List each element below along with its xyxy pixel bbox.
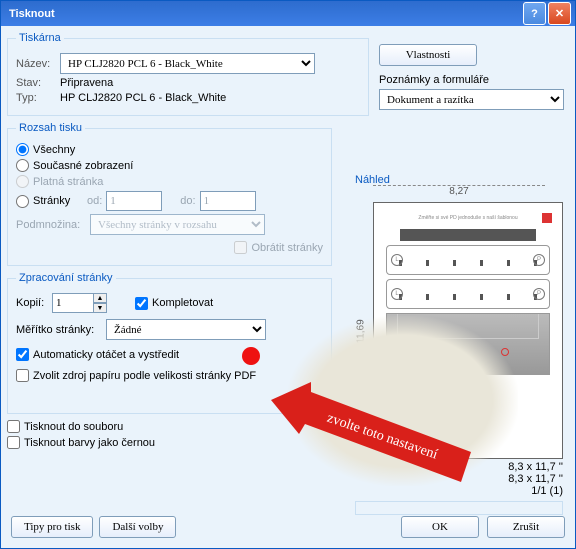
- subset-select: Všechny stránky v rozsahu: [90, 214, 265, 235]
- auto-label: Automaticky otáčet a vystředit: [33, 349, 179, 361]
- tips-button[interactable]: Tipy pro tisk: [11, 516, 93, 538]
- tofile-label: Tisknout do souboru: [24, 421, 123, 433]
- preview-scrollbar[interactable]: [355, 501, 563, 515]
- range-view-label: Současné zobrazení: [33, 160, 133, 172]
- asblack-check[interactable]: [7, 436, 20, 449]
- handling-legend: Zpracování stránky: [16, 272, 116, 284]
- help-button[interactable]: ?: [523, 2, 546, 25]
- printer-name-select[interactable]: HP CLJ2820 PCL 6 - Black_White: [60, 53, 315, 74]
- print-dialog: Tisknout ? ✕ Tiskárna Název: HP CLJ2820 …: [0, 0, 576, 549]
- preview-size2: 8,3 x 11,7 '': [355, 473, 563, 485]
- printer-type-label: Typ:: [16, 92, 60, 104]
- copies-input[interactable]: [52, 293, 94, 313]
- copies-up[interactable]: ▲: [93, 293, 107, 303]
- printer-state-value: Připravena: [60, 77, 113, 89]
- preview-pages: 1/1 (1): [355, 485, 563, 497]
- range-all-label: Všechny: [33, 144, 75, 156]
- range-page-radio: [16, 175, 29, 188]
- printer-group: Tiskárna Název: HP CLJ2820 PCL 6 - Black…: [7, 32, 369, 116]
- range-from-input[interactable]: [106, 191, 162, 211]
- comments-select[interactable]: Dokument a razítka: [379, 89, 564, 110]
- range-legend: Rozsah tisku: [16, 122, 85, 134]
- printer-name-label: Název:: [16, 58, 60, 70]
- highlight-dot: [242, 347, 260, 365]
- range-to-input[interactable]: [200, 191, 256, 211]
- ok-button[interactable]: OK: [401, 516, 479, 538]
- tofile-check[interactable]: [7, 420, 20, 433]
- window-title: Tisknout: [5, 8, 521, 20]
- close-button[interactable]: ✕: [548, 2, 571, 25]
- range-to-label: do:: [180, 195, 195, 207]
- range-from-label: od:: [87, 195, 102, 207]
- comments-label: Poznámky a formuláře: [379, 74, 489, 86]
- titlebar: Tisknout ? ✕: [1, 1, 575, 26]
- copies-label: Kopií:: [16, 297, 52, 309]
- reverse-label: Obrátit stránky: [251, 242, 323, 254]
- preview-page: Změřte si své PD jednoduše s naší šablon…: [373, 202, 563, 459]
- preview-logo-icon: [542, 213, 552, 223]
- copies-down[interactable]: ▼: [93, 303, 107, 313]
- range-page-label: Platná stránka: [33, 176, 103, 188]
- range-view-radio[interactable]: [16, 159, 29, 172]
- ruler-horizontal: 8,27: [373, 185, 545, 197]
- subset-label: Podmnožina:: [16, 219, 90, 231]
- printer-type-value: HP CLJ2820 PCL 6 - Black_White: [60, 92, 226, 104]
- properties-button[interactable]: Vlastnosti: [379, 44, 477, 66]
- scale-select[interactable]: Žádné: [106, 319, 266, 340]
- range-pages-label: Stránky: [33, 195, 83, 207]
- source-check[interactable]: [16, 369, 29, 382]
- cancel-button[interactable]: Zrušit: [487, 516, 565, 538]
- range-pages-radio[interactable]: [16, 195, 29, 208]
- reverse-check: [234, 241, 247, 254]
- asblack-label: Tisknout barvy jako černou: [24, 437, 155, 449]
- collate-label: Kompletovat: [152, 297, 213, 309]
- collate-check[interactable]: [135, 297, 148, 310]
- preview-size1: 8,3 x 11,7 '': [355, 461, 563, 473]
- scale-label: Měřítko stránky:: [16, 324, 106, 336]
- printer-legend: Tiskárna: [16, 32, 64, 44]
- source-label: Zvolit zdroj papíru podle velikosti strá…: [33, 370, 256, 382]
- printer-state-label: Stav:: [16, 77, 60, 89]
- more-button[interactable]: Další volby: [99, 516, 176, 538]
- range-all-radio[interactable]: [16, 143, 29, 156]
- handling-group: Zpracování stránky Kopií: ▲ ▼ Kompletova…: [7, 272, 332, 414]
- range-group: Rozsah tisku Všechny Současné zobrazení …: [7, 122, 332, 266]
- preview-area: Náhled 8,27 11,69 Změřte si své PD jedno…: [355, 174, 563, 515]
- auto-check[interactable]: [16, 348, 29, 361]
- ruler-vertical: 11,69: [355, 214, 367, 449]
